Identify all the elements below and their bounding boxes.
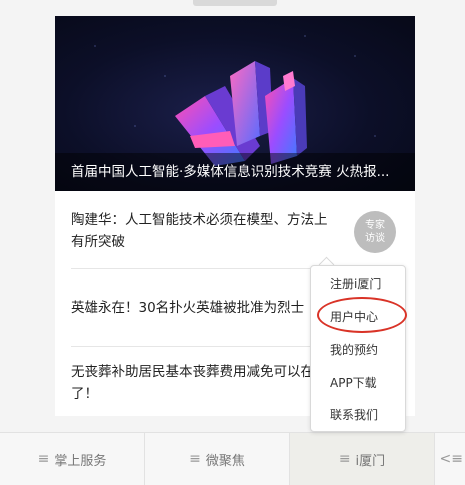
menu-icon: ≡ [189, 451, 201, 467]
menu-item-contact-us[interactable]: 联系我们 [311, 399, 405, 431]
tab-ixiamen[interactable]: ≡ i厦门 [290, 433, 435, 485]
tab-label: 掌上服务 [54, 453, 107, 469]
bottom-tabbar: ≡ 掌上服务 ≡ 微聚焦 ≡ i厦门 <≡ [0, 432, 465, 485]
expert-interview-badge[interactable]: 专家 访谈 [354, 211, 396, 253]
menu-item-register[interactable]: 注册i厦门 [311, 268, 405, 300]
tab-micro-focus[interactable]: ≡ 微聚焦 [145, 433, 290, 485]
news-item-1[interactable]: 陶建华：人工智能技术必须在模型、方法上有所突破 [71, 209, 339, 253]
menu-item-user-center[interactable]: 用户中心 [311, 301, 405, 333]
banner-caption[interactable]: 首届中国人工智能·多媒体信息识别技术竞赛 火热报... [55, 153, 415, 191]
tab-label: 微聚焦 [205, 453, 245, 469]
banner[interactable]: 首届中国人工智能·多媒体信息识别技术竞赛 火热报... [55, 16, 415, 191]
arrow-left-icon: <≡ [439, 451, 463, 467]
more-tab-arrow[interactable]: <≡ [435, 433, 465, 485]
top-tag [193, 0, 277, 6]
menu-item-app-download[interactable]: APP下载 [311, 367, 405, 399]
tab-label: i厦门 [355, 453, 386, 469]
menu-icon: ≡ [338, 451, 351, 467]
menu-icon: ≡ [37, 451, 50, 467]
popup-menu: 注册i厦门 用户中心 我的预约 APP下载 联系我们 [310, 265, 406, 432]
menu-item-my-appointments[interactable]: 我的预约 [311, 334, 405, 366]
tab-mobile-services[interactable]: ≡ 掌上服务 [0, 433, 145, 485]
